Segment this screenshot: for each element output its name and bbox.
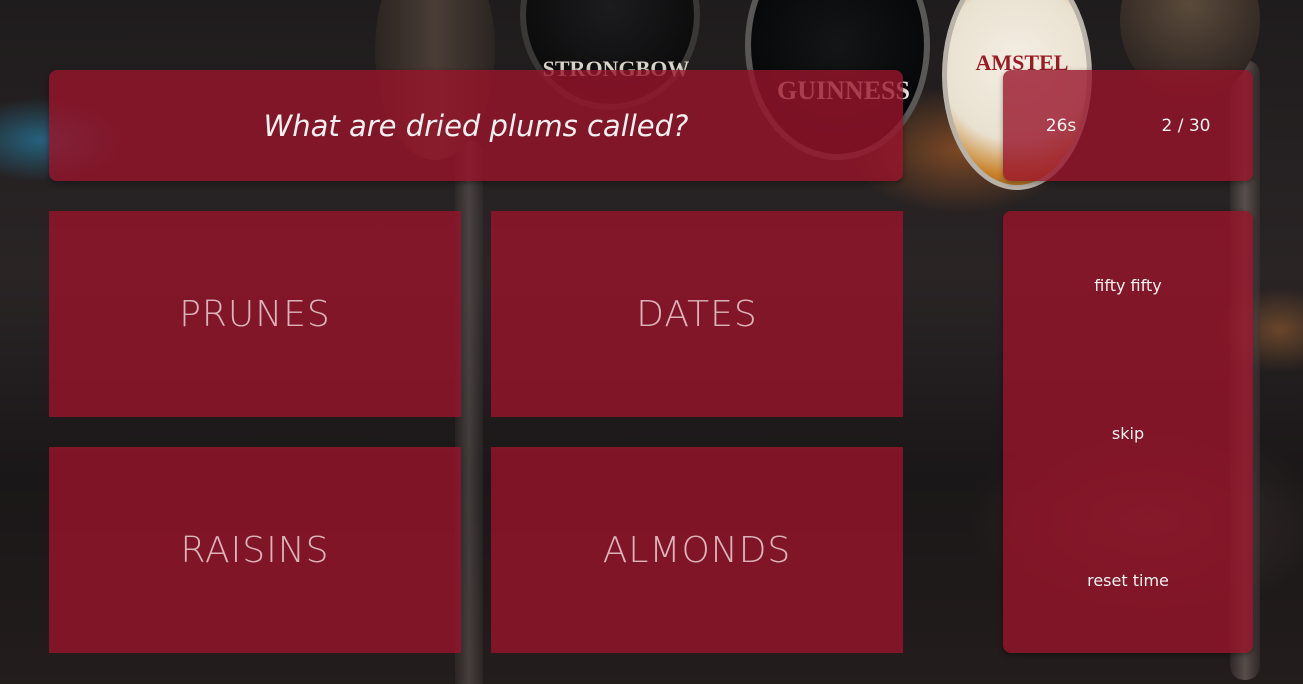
skip-button[interactable]: skip (1003, 413, 1253, 453)
answer-label: ALMONDS (602, 529, 792, 571)
timer-display: 26s (1045, 115, 1077, 136)
question-progress: 2 / 30 (1161, 115, 1211, 136)
lifeline-panel: fifty fifty skip reset time (1003, 211, 1253, 653)
answer-button-raisins[interactable]: RAISINS (49, 447, 461, 653)
status-panel: 26s 2 / 30 (1003, 70, 1253, 181)
reset-time-button[interactable]: reset time (1003, 560, 1253, 600)
question-panel: What are dried plums called? (49, 70, 903, 181)
answer-button-prunes[interactable]: PRUNES (49, 211, 461, 417)
fifty-fifty-button[interactable]: fifty fifty (1003, 265, 1253, 305)
answer-label: RAISINS (180, 529, 330, 571)
answer-button-almonds[interactable]: ALMONDS (491, 447, 903, 653)
answer-label: DATES (636, 293, 758, 335)
answer-button-dates[interactable]: DATES (491, 211, 903, 417)
answer-label: PRUNES (179, 293, 331, 335)
question-text: What are dried plums called? (263, 108, 689, 143)
